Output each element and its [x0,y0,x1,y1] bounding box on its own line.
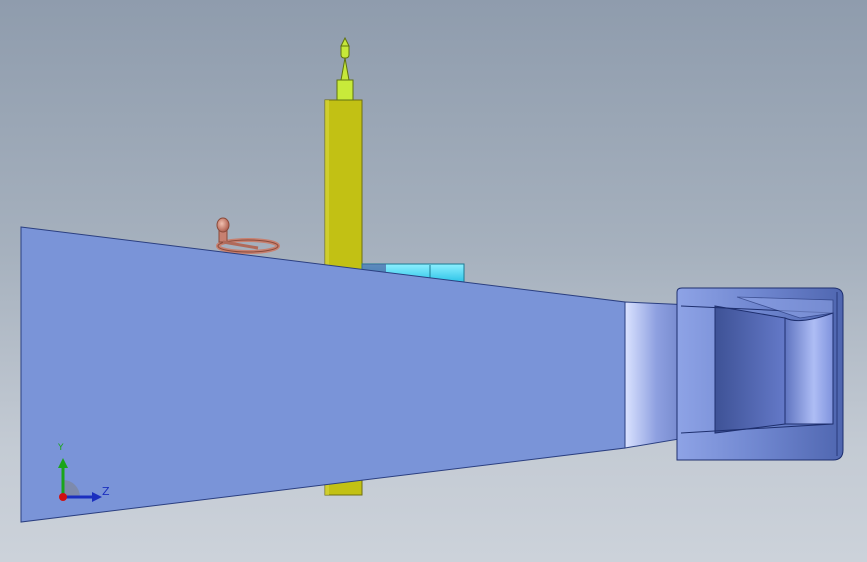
end-housing[interactable] [676,287,844,461]
tapered-plate[interactable] [20,226,626,523]
triad-x-axis-dot [59,493,67,501]
axis-z-label: Z [102,485,110,498]
axis-y-label: Y [58,443,64,453]
model-canvas[interactable] [0,0,867,562]
column-top-cap[interactable] [336,36,354,101]
handwheel[interactable] [216,217,280,254]
cad-graphics-viewport[interactable]: Y Z [0,0,867,562]
